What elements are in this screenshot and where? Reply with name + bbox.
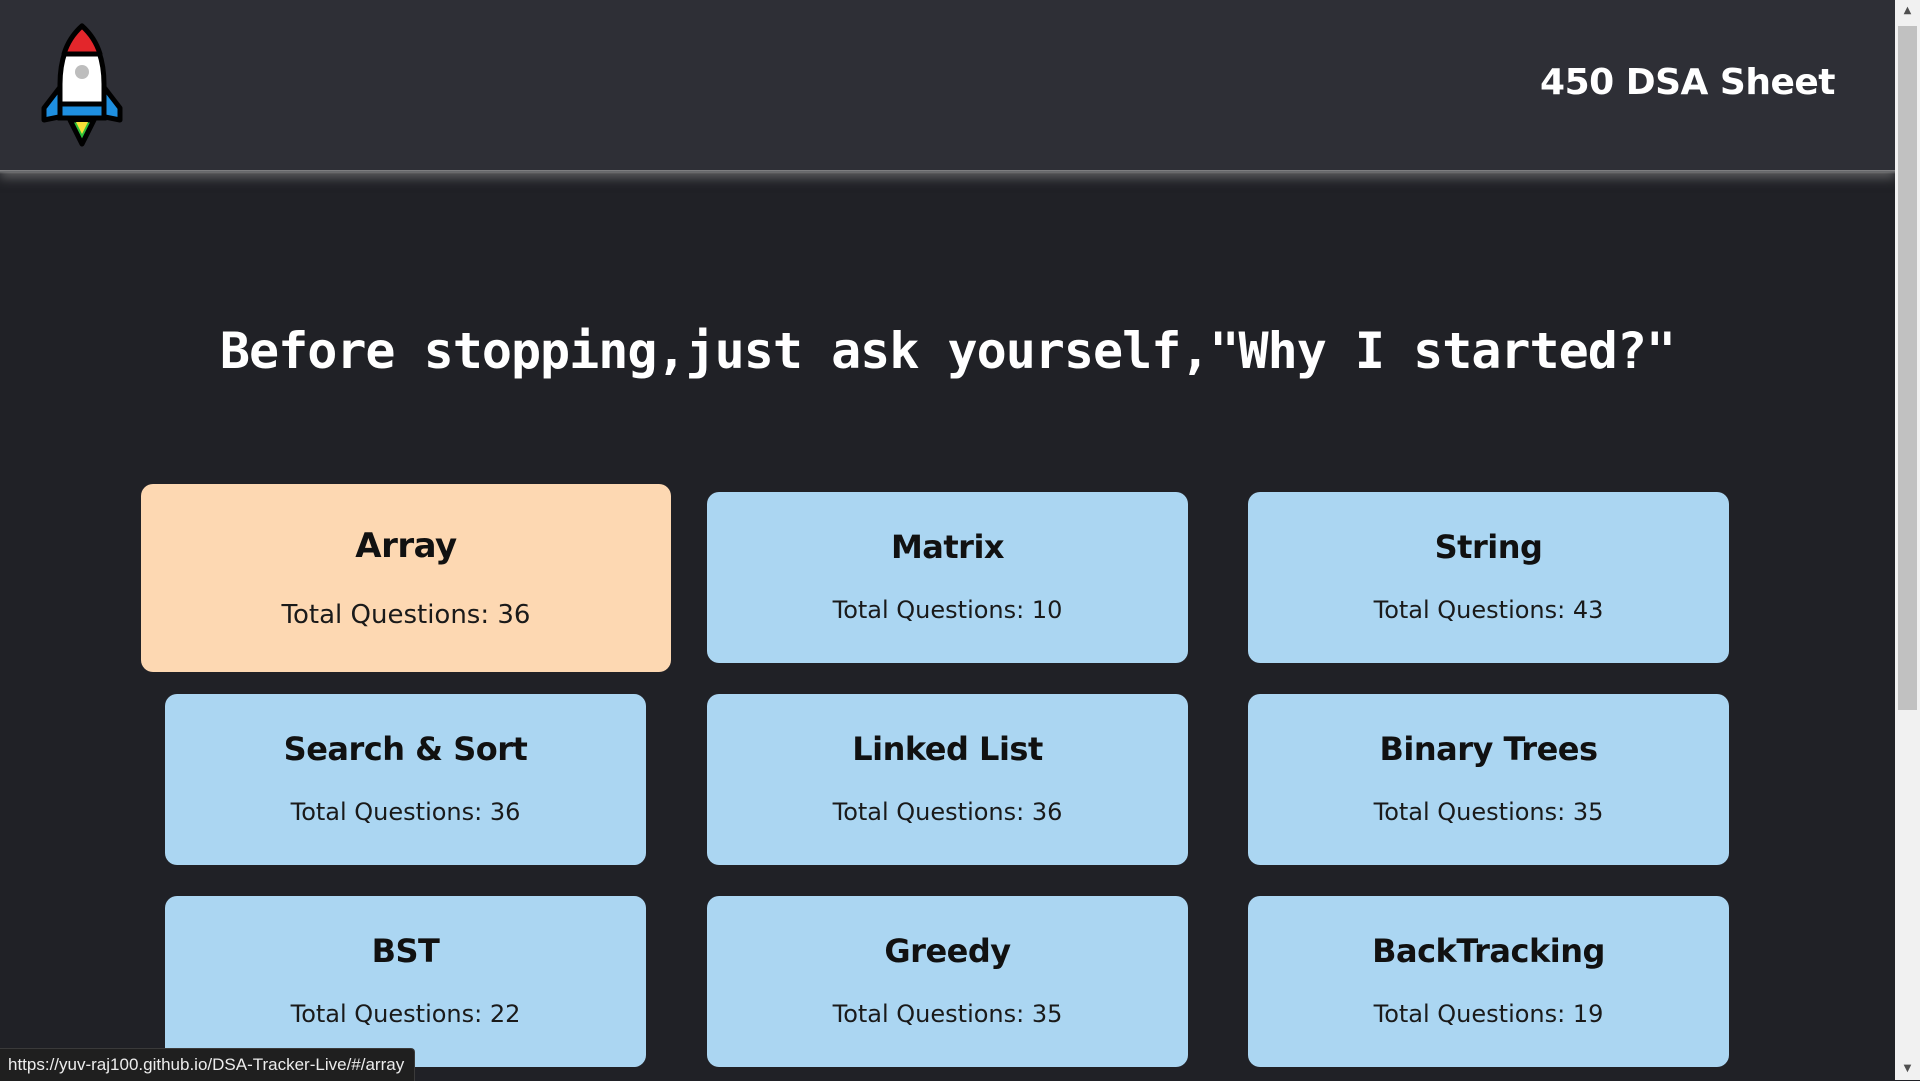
topic-title: String xyxy=(1434,528,1543,566)
rocket-icon xyxy=(41,23,123,147)
topic-card-greedy[interactable]: Greedy Total Questions: 35 xyxy=(707,896,1188,1067)
scrollbar-thumb[interactable] xyxy=(1898,26,1917,710)
logo-link[interactable] xyxy=(40,22,124,148)
topic-title: Matrix xyxy=(890,528,1005,566)
topic-count: Total Questions: 19 xyxy=(1373,1000,1604,1028)
scroll-down-arrow-icon[interactable]: ▼ xyxy=(1895,1060,1920,1078)
topic-count: Total Questions: 43 xyxy=(1373,596,1604,624)
topic-title: Binary Trees xyxy=(1379,730,1598,768)
topic-title: Search & Sort xyxy=(283,730,528,768)
brand-link[interactable]: 450 DSA Sheet xyxy=(1540,62,1835,103)
status-bar-url: https://yuv-raj100.github.io/DSA-Tracker… xyxy=(0,1048,416,1081)
topic-title: Array xyxy=(355,526,457,566)
topic-title: Linked List xyxy=(852,730,1043,768)
topic-card-bst[interactable]: BST Total Questions: 22 xyxy=(165,896,646,1067)
topic-title: BackTracking xyxy=(1372,932,1605,970)
topic-count: Total Questions: 35 xyxy=(832,1000,1063,1028)
topic-card-search-sort[interactable]: Search & Sort Total Questions: 36 xyxy=(165,694,646,865)
topic-count: Total Questions: 35 xyxy=(1373,798,1604,826)
topic-card-binary-trees[interactable]: Binary Trees Total Questions: 35 xyxy=(1248,694,1729,865)
motivational-quote: Before stopping,just ask yourself,"Why I… xyxy=(219,322,1676,380)
topic-card-linked-list[interactable]: Linked List Total Questions: 36 xyxy=(707,694,1188,865)
topic-count: Total Questions: 36 xyxy=(832,798,1063,826)
page: 450 DSA Sheet Before stopping,just ask y… xyxy=(0,0,1895,1080)
scroll-up-arrow-icon[interactable]: ▲ xyxy=(1895,2,1920,20)
topic-title: BST xyxy=(371,932,440,970)
navbar: 450 DSA Sheet xyxy=(0,0,1895,174)
topic-count: Total Questions: 36 xyxy=(281,600,531,630)
topic-count: Total Questions: 10 xyxy=(832,596,1063,624)
topic-card-backtracking[interactable]: BackTracking Total Questions: 19 xyxy=(1248,896,1729,1067)
topic-count: Total Questions: 36 xyxy=(290,798,521,826)
topic-title: Greedy xyxy=(884,932,1011,970)
topic-count: Total Questions: 22 xyxy=(290,1000,521,1028)
topic-card-matrix[interactable]: Matrix Total Questions: 10 xyxy=(707,492,1188,663)
topic-card-string[interactable]: String Total Questions: 43 xyxy=(1248,492,1729,663)
topic-card-array[interactable]: Array Total Questions: 36 xyxy=(141,484,671,672)
